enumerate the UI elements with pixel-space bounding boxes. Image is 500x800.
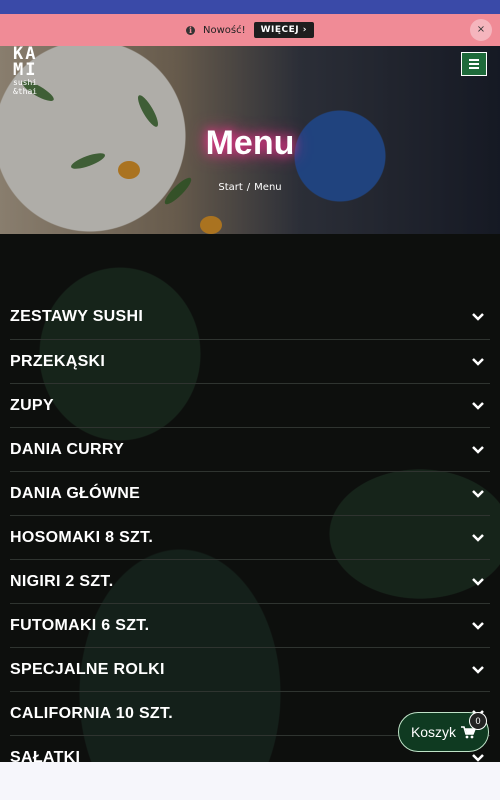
chevron-down-icon bbox=[472, 533, 484, 542]
chevron-down-icon bbox=[472, 313, 484, 321]
breadcrumb-separator: / bbox=[246, 182, 251, 193]
chevron-down-icon bbox=[472, 489, 484, 498]
menu-category-label: FUTOMAKI 6 SZT. bbox=[10, 616, 150, 634]
chevron-down-icon bbox=[472, 621, 484, 630]
hamburger-icon-bar bbox=[469, 63, 479, 65]
menu-category-dania-curry[interactable]: DANIA CURRY bbox=[10, 427, 490, 471]
announcement-text: Nowość! bbox=[203, 24, 246, 36]
menu-category-specjalne-rolki[interactable]: SPECJALNE ROLKI bbox=[10, 647, 490, 691]
menu-category-nigiri[interactable]: NIGIRI 2 SZT. bbox=[10, 559, 490, 603]
logo-line-3: sushi bbox=[13, 78, 38, 87]
menu-category-label: DANIA CURRY bbox=[10, 440, 125, 458]
cart-count-badge: 0 bbox=[469, 712, 487, 730]
cart-label: Koszyk bbox=[410, 724, 457, 740]
breadcrumb-start-link[interactable]: Start bbox=[218, 182, 242, 193]
chevron-down-icon bbox=[472, 445, 484, 454]
top-accent-bar bbox=[0, 0, 500, 14]
menu-category-hosomaki[interactable]: HOSOMAKI 8 SZT. bbox=[10, 515, 490, 559]
menu-toggle-button[interactable] bbox=[461, 52, 487, 76]
menu-section: ZESTAWY SUSHI PRZEKĄSKI ZUPY DANIA CURRY… bbox=[0, 234, 500, 762]
menu-category-zupy[interactable]: ZUPY bbox=[10, 383, 490, 427]
menu-category-label: DANIA GŁÓWNE bbox=[10, 484, 141, 502]
chevron-down-icon bbox=[472, 577, 484, 586]
cart-button[interactable]: Koszyk 0 bbox=[398, 712, 489, 752]
menu-category-list: ZESTAWY SUSHI PRZEKĄSKI ZUPY DANIA CURRY… bbox=[10, 295, 490, 762]
logo-line-4: &thai bbox=[13, 87, 38, 96]
menu-category-dania-glowne[interactable]: DANIA GŁÓWNE bbox=[10, 471, 490, 515]
logo-line-2: MI bbox=[13, 60, 38, 80]
menu-category-label: HOSOMAKI 8 SZT. bbox=[10, 528, 154, 546]
browser-bottom-bar bbox=[0, 762, 500, 800]
menu-category-label: CALIFORNIA 10 SZT. bbox=[10, 704, 174, 722]
menu-category-label: NIGIRI 2 SZT. bbox=[10, 572, 114, 590]
menu-category-przekaski[interactable]: PRZEKĄSKI bbox=[10, 339, 490, 383]
kami-logo[interactable]: KA MI sushi &thai bbox=[13, 46, 38, 97]
hamburger-icon-bar bbox=[469, 67, 479, 69]
chevron-down-icon bbox=[472, 665, 484, 674]
menu-category-label: SPECJALNE ROLKI bbox=[10, 660, 165, 678]
more-button[interactable]: WIĘCEJ › bbox=[253, 22, 314, 38]
menu-category-label: PRZEKĄSKI bbox=[10, 352, 106, 370]
announcement-bar: i Nowość! WIĘCEJ › × bbox=[0, 14, 500, 46]
chevron-down-icon bbox=[472, 753, 484, 762]
chevron-down-icon bbox=[472, 401, 484, 410]
breadcrumb-current: Menu bbox=[254, 182, 282, 193]
menu-category-label: ZESTAWY SUSHI bbox=[10, 308, 144, 325]
menu-category-label: SAŁATKI bbox=[10, 748, 81, 763]
page-title: Menu bbox=[205, 124, 295, 162]
chevron-down-icon bbox=[472, 357, 484, 366]
menu-category-label: ZUPY bbox=[10, 396, 54, 414]
menu-category-futomaki[interactable]: FUTOMAKI 6 SZT. bbox=[10, 603, 490, 647]
info-icon: i bbox=[186, 25, 195, 35]
hamburger-icon-bar bbox=[469, 59, 479, 61]
close-announcement-button[interactable]: × bbox=[470, 19, 492, 41]
menu-category-zestawy-sushi[interactable]: ZESTAWY SUSHI bbox=[10, 295, 490, 339]
breadcrumb: Start / Menu bbox=[0, 182, 500, 193]
